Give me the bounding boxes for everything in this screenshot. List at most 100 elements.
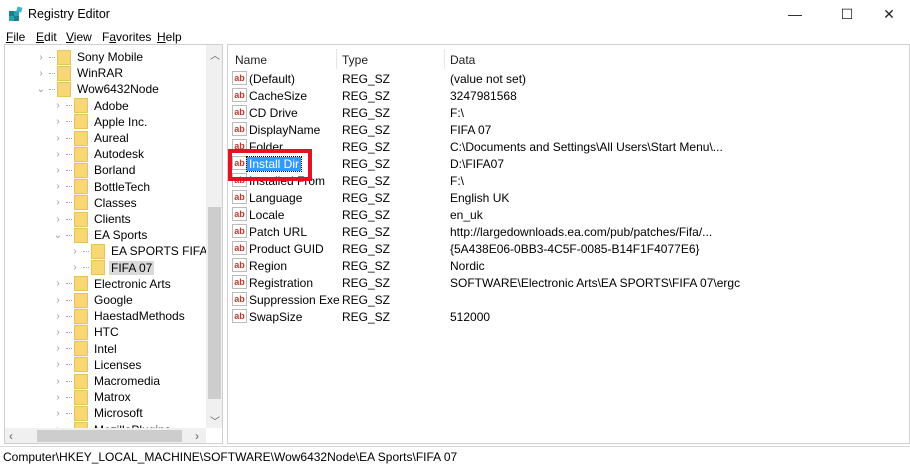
value-row[interactable]: ab Registration REG_SZ SOFTWARE\Electronic … (228, 274, 909, 291)
chevron-right-icon[interactable]: › (52, 116, 64, 127)
scroll-right-arrow-icon[interactable]: › (195, 429, 199, 443)
tree-item[interactable]: › FIFA 07 (69, 260, 155, 276)
tree-item[interactable]: › Microsoft (52, 405, 145, 421)
chevron-right-icon[interactable]: › (35, 52, 47, 63)
scroll-down-arrow-icon[interactable]: ﹀ (210, 413, 220, 428)
value-row[interactable]: ab Folder REG_SZ C:\Documents and Settings\… (228, 138, 909, 155)
tree-item[interactable]: › HTC (52, 324, 121, 340)
tree-item[interactable]: › Licenses (52, 357, 143, 373)
chevron-right-icon[interactable]: › (69, 246, 81, 257)
string-value-icon: ab (232, 241, 247, 255)
value-row[interactable]: ab Patch URL REG_SZ http://largedownloads.e… (228, 223, 909, 240)
chevron-right-icon[interactable]: › (52, 181, 64, 192)
registry-key-tree[interactable]: › Sony Mobile › WinRAR ⌄ Wow6432Node › Adobe › Ap… (4, 44, 223, 444)
value-row[interactable]: ab Suppression Exe REG_SZ (228, 291, 909, 308)
tree-item[interactable]: › Aureal (52, 130, 131, 146)
folder-icon (74, 130, 88, 146)
value-row[interactable]: ab Installed From REG_SZ F:\ (228, 172, 909, 189)
tree-horizontal-scroll-thumb[interactable] (37, 430, 182, 442)
tree-vertical-scrollbar[interactable]: ︿ ﹀ (206, 45, 222, 428)
tree-item-label: Google (94, 293, 133, 307)
tree-item[interactable]: ›EA SPORTS FIFA 12 De (69, 243, 222, 259)
tree-item[interactable]: › Adobe (52, 98, 131, 114)
tree-item[interactable]: › WinRAR (35, 65, 125, 81)
column-header-name[interactable]: Name (235, 53, 267, 67)
column-divider[interactable] (444, 49, 445, 69)
chevron-right-icon[interactable]: › (52, 214, 64, 225)
chevron-right-icon[interactable]: › (69, 262, 81, 273)
tree-item[interactable]: › Matrox (52, 389, 133, 405)
tree-item[interactable]: › HaestadMethods (52, 308, 187, 324)
chevron-right-icon[interactable]: › (52, 376, 64, 387)
folder-icon (57, 81, 71, 97)
value-type: REG_SZ (342, 157, 391, 171)
tree-horizontal-scrollbar[interactable]: ‹ › (5, 428, 206, 443)
chevron-right-icon[interactable]: › (35, 68, 47, 79)
tree-item-label: Electronic Arts (94, 276, 171, 291)
chevron-right-icon[interactable]: › (52, 311, 64, 322)
chevron-right-icon[interactable]: › (52, 165, 64, 176)
value-data: English UK (450, 191, 510, 205)
menu-help-accel: H (157, 30, 166, 44)
value-row[interactable]: ab (Default) REG_SZ (value not set) (228, 70, 909, 87)
value-row[interactable]: ab Language REG_SZ English UK (228, 189, 909, 206)
chevron-right-icon[interactable]: › (52, 359, 64, 370)
chevron-right-icon[interactable]: › (52, 100, 64, 111)
registry-values-list[interactable]: Name Type Data ab (Default) REG_SZ (value n… (227, 44, 910, 444)
tree-item[interactable]: › Google (52, 292, 135, 308)
tree-connector (49, 72, 55, 74)
chevron-right-icon[interactable]: › (52, 327, 64, 338)
chevron-right-icon[interactable]: › (52, 197, 64, 208)
tree-item[interactable]: › Clients (52, 211, 133, 227)
scroll-up-arrow-icon[interactable]: ︿ (210, 47, 220, 62)
chevron-right-icon[interactable]: › (52, 343, 64, 354)
tree-item[interactable]: ⌄ EA Sports (52, 227, 149, 243)
folder-icon (74, 114, 88, 130)
value-row[interactable]: ab Install Dir REG_SZ D:\FIFA07 (228, 155, 909, 172)
column-header-data[interactable]: Data (450, 53, 475, 67)
tree-connector (66, 315, 72, 317)
value-row[interactable]: ab CD Drive REG_SZ F:\ (228, 104, 909, 121)
minimize-button[interactable]: — (772, 0, 818, 28)
tree-item[interactable]: › Sony Mobile (35, 49, 145, 65)
tree-item[interactable]: › Electronic Arts (52, 276, 173, 292)
tree-item[interactable]: ⌄ Wow6432Node (35, 81, 161, 97)
chevron-right-icon[interactable]: › (52, 133, 64, 144)
value-type: REG_SZ (342, 310, 391, 324)
column-header-type[interactable]: Type (342, 53, 368, 67)
menu-view[interactable]: View (66, 30, 92, 44)
scroll-left-arrow-icon[interactable]: ‹ (9, 429, 13, 443)
chevron-right-icon[interactable]: › (52, 392, 64, 403)
close-button[interactable]: ✕ (866, 0, 910, 28)
value-data: http://largedownloads.ea.com/pub/patches… (450, 225, 713, 239)
tree-vertical-scroll-thumb[interactable] (208, 207, 221, 399)
tree-item[interactable]: › BottleTech (52, 179, 152, 195)
tree-item[interactable]: › Classes (52, 195, 139, 211)
chevron-right-icon[interactable]: › (52, 408, 64, 419)
value-row[interactable]: ab Region REG_SZ Nordic (228, 257, 909, 274)
tree-item[interactable]: › Apple Inc. (52, 114, 149, 130)
menu-favorites-label: vorites (116, 30, 152, 44)
value-row[interactable]: ab SwapSize REG_SZ 512000 (228, 308, 909, 325)
tree-item[interactable]: › Borland (52, 162, 137, 178)
value-row[interactable]: ab CacheSize REG_SZ 3247981568 (228, 87, 909, 104)
tree-item[interactable]: › Intel (52, 341, 119, 357)
value-data: 3247981568 (450, 89, 517, 103)
chevron-right-icon[interactable]: › (52, 149, 64, 160)
value-row[interactable]: ab DisplayName REG_SZ FIFA 07 (228, 121, 909, 138)
menu-favorites[interactable]: Favorites (102, 30, 151, 44)
menu-help[interactable]: Help (157, 30, 182, 44)
value-row[interactable]: ab Locale REG_SZ en_uk (228, 206, 909, 223)
menu-file[interactable]: File (6, 30, 25, 44)
value-type: REG_SZ (342, 72, 391, 86)
maximize-button[interactable]: ☐ (824, 0, 870, 28)
chevron-down-icon[interactable]: ⌄ (35, 84, 47, 95)
column-divider[interactable] (336, 49, 337, 69)
menu-edit[interactable]: Edit (36, 30, 57, 44)
tree-item[interactable]: › Autodesk (52, 146, 146, 162)
tree-item[interactable]: › Macromedia (52, 373, 162, 389)
chevron-right-icon[interactable]: › (52, 295, 64, 306)
value-row[interactable]: ab Product GUID REG_SZ {5A438E06-0BB3-4C5F-… (228, 240, 909, 257)
chevron-right-icon[interactable]: › (52, 278, 64, 289)
chevron-down-icon[interactable]: ⌄ (52, 230, 64, 241)
